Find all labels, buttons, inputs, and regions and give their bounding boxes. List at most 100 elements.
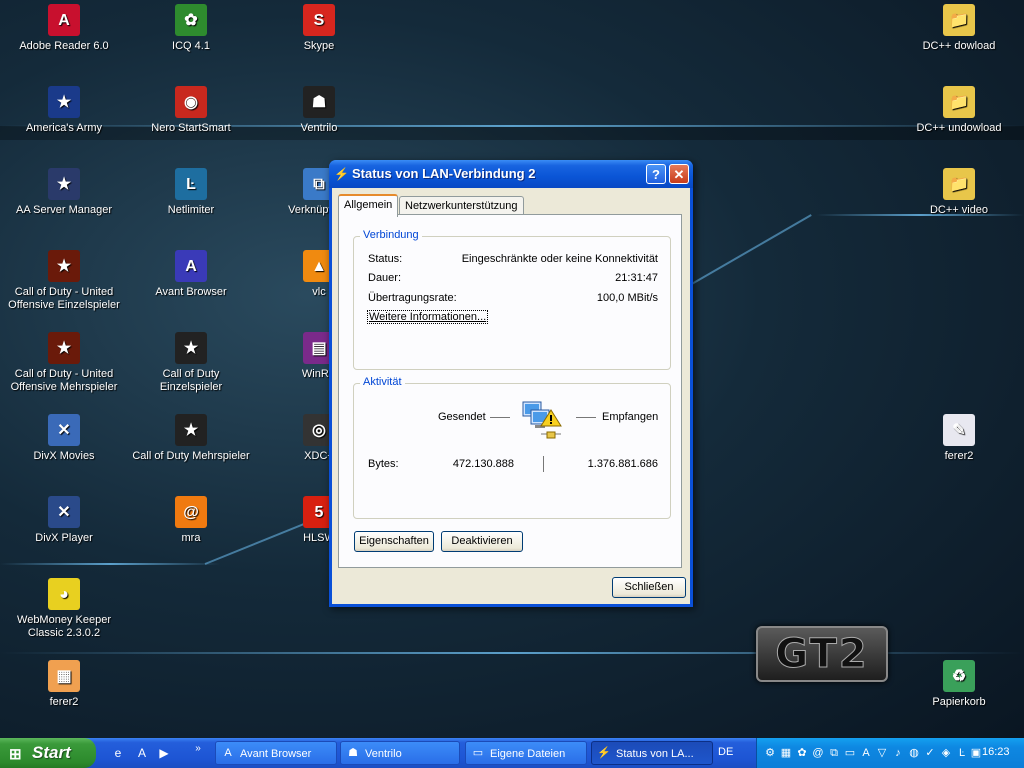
desktop-icon[interactable]: ★ AA Server Manager [4,168,124,217]
tab-panel: Verbindung Status: Eingeschränkte oder k… [338,214,682,568]
duration-value: 21:31:47 [615,272,658,284]
tray-shield-icon[interactable]: ◈ [939,746,953,760]
desktop-icon-label: America's Army [25,122,103,134]
task-avant-browser[interactable]: A Avant Browser [215,741,337,765]
tray-icq-icon[interactable]: ✿ [795,746,809,760]
tray-check-icon[interactable]: ✓ [923,746,937,760]
desktop-icon[interactable]: ✿ ICQ 4.1 [131,4,251,53]
wallpaper-line [689,214,812,286]
cod-icon: ★ [175,332,207,364]
document-icon: ✎ [943,414,975,446]
desktop-icon[interactable]: @ mra [131,496,251,545]
tray-at-icon[interactable]: @ [811,746,825,760]
desktop-icon[interactable]: ✎ ferer2 [899,414,1019,463]
desktop-icon[interactable]: Ŀ Netlimiter [131,168,251,217]
connection-legend: Verbindung [360,229,422,241]
sent-label: Gesendet [438,411,486,423]
tray-network-icon[interactable]: ▦ [779,746,793,760]
desktop-icon[interactable]: ✕ DivX Player [4,496,124,545]
desktop-icon[interactable]: ◉ Nero StartSmart [131,86,251,135]
desktop-icon[interactable]: ★ Call of Duty Mehrspieler [131,414,251,463]
tray-globe-icon[interactable]: ◍ [907,746,921,760]
desktop-icon-label: ferer2 [49,696,79,708]
desktop-icon[interactable]: ★ Call of Duty - United Offensive Mehrspi… [4,332,124,394]
ventrilo-icon: ☗ [303,86,335,118]
start-button[interactable]: ⊞ Start [0,738,96,768]
cod-mp-icon: ★ [175,414,207,446]
desktop-icon-label: Ventrilo [300,122,338,134]
gt2-logo: GT2 [756,626,888,682]
desktop-icon[interactable]: S Skype [259,4,379,53]
tray-volume-icon[interactable]: ♪ [891,746,905,760]
bytes-received-value: 1.376.881.686 [587,458,658,470]
document-icon: ▦ [48,660,80,692]
dialog-titlebar[interactable]: ⚡ Status von LAN-Verbindung 2 ? ✕ [329,160,693,188]
task-label: Ventrilo [365,748,402,760]
icq-flower-icon: ✿ [175,4,207,36]
wallpaper-line [0,563,220,565]
status-label: Status: [368,253,403,265]
desktop-icon[interactable]: ★ Call of Duty Einzelspieler [131,332,251,394]
desktop-icon-label: Netlimiter [167,204,215,216]
disable-button[interactable]: Deaktivieren [441,531,523,552]
folder-icon: 📁 [943,168,975,200]
desktop-icon-label: DC++ video [929,204,989,216]
desktop-icon[interactable]: 📁 DC++ dowload [899,4,1019,53]
tray-monitor-icon[interactable]: ▭ [843,746,857,760]
connection-group: Verbindung Status: Eingeschränkte oder k… [353,229,671,370]
folder-icon: ▭ [472,747,484,759]
tray-nvidia-icon[interactable]: ▽ [875,746,889,760]
desktop-icon[interactable]: A Avant Browser [131,250,251,299]
clock[interactable]: 16:23 [982,746,1010,758]
tab-netzwerkunterstuetzung[interactable]: Netzwerkunterstützung [399,196,524,215]
quicklaunch-overflow-icon[interactable]: » [190,741,206,757]
desktop-icon-label: mra [181,532,201,544]
desktop-icon-label: ICQ 4.1 [172,40,210,52]
tray-avant-icon[interactable]: A [859,746,873,760]
desktop-icon-label: Call of Duty - United Offensive Mehrspie… [10,368,118,393]
more-info-link[interactable]: Weitere Informationen... [367,310,489,324]
close-button[interactable]: Schließen [612,577,686,598]
media-quicklaunch-icon[interactable]: ▶ [156,745,172,761]
desktop-icon[interactable]: ★ America's Army [4,86,124,135]
desktop-icon-label: DC++ undowload [916,122,1002,134]
desktop-icon[interactable]: A Adobe Reader 6.0 [4,4,124,53]
desktop-icon[interactable]: 📁 DC++ undowload [899,86,1019,135]
tray-netlimiter-icon[interactable]: Ŀ [955,746,969,760]
tray-status-icon[interactable]: ▣ [969,746,983,760]
task-lan-status[interactable]: ⚡ Status von LA... [591,741,713,765]
desktop-icon[interactable]: ◕ WebMoney Keeper Classic 2.3.0.2 [4,578,124,640]
desktop-icon[interactable]: 📁 DC++ video [899,168,1019,217]
taskbar: ⊞ Start e A ▶ » A Avant Browser ☗ Ventrilo… [0,738,1024,768]
properties-button[interactable]: Eigenschaften [354,531,434,552]
desktop-icon-label: AA Server Manager [16,204,112,216]
skype-icon: S [303,4,335,36]
close-window-button[interactable]: ✕ [669,164,689,184]
task-ventrilo[interactable]: ☗ Ventrilo [340,741,460,765]
desktop-icon[interactable]: ♻ Papierkorb [899,660,1019,709]
task-label: Status von LA... [616,748,694,760]
tray-gear-icon[interactable]: ⚙ [763,746,777,760]
desktop-icon[interactable]: ▦ ferer2 [4,660,124,709]
ie-quicklaunch-icon[interactable]: e [110,745,126,761]
desktop-icon[interactable]: ★ Call of Duty - United Offensive Einzels… [4,250,124,312]
task-eigene-dateien[interactable]: ▭ Eigene Dateien [465,741,587,765]
ventrilo-icon: ☗ [348,747,358,759]
dialog-body: Allgemein Netzwerkunterstützung Verbindu… [332,188,690,604]
language-indicator[interactable]: DE [718,746,733,758]
netlimiter-icon: Ŀ [175,168,207,200]
avant-quicklaunch-icon[interactable]: A [134,745,150,761]
desktop-icon-label: Avant Browser [155,286,227,298]
recycle-bin-icon: ♻ [943,660,975,692]
tray-lan-icon[interactable]: ⧉ [827,746,841,760]
tab-allgemein[interactable]: Allgemein [338,194,399,217]
aa-server-manager-icon: ★ [48,168,80,200]
desktop-icon-label: Nero StartSmart [151,122,231,134]
desktop-icon[interactable]: ✕ DivX Movies [4,414,124,463]
help-button[interactable]: ? [646,164,666,184]
avant-browser-icon: A [224,747,232,759]
avant-browser-icon: A [175,250,207,282]
desktop-icon[interactable]: ☗ Ventrilo [259,86,379,135]
desktop-icon-label: DivX Movies [33,450,95,462]
webmoney-icon: ◕ [48,578,80,610]
